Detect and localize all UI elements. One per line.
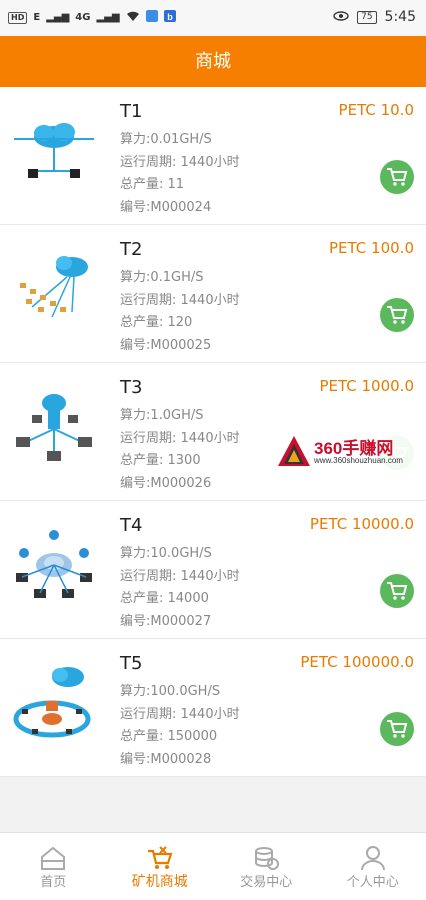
miner-cart-icon (147, 846, 173, 869)
battery-indicator: 75 (357, 10, 377, 24)
product-details: 算力:10.0GH/S 运行周期: 1440小时 总产量: 14000 编号:M… (120, 543, 240, 633)
product-name: T5 (120, 653, 143, 674)
app-icon: b (163, 10, 176, 25)
status-bar: HD E ▂▄▆ 4G ▂▄▆ b 75 5:45 (0, 0, 426, 36)
product-name: T1 (120, 101, 143, 122)
product-price: PETC 100.0 (329, 239, 414, 257)
eye-icon (333, 9, 349, 25)
status-right: 75 5:45 (333, 9, 416, 25)
cart-icon (387, 306, 408, 324)
product-code-text: 编号:M000026 (120, 475, 212, 491)
hashrate-text: 算力:0.1GH/S (120, 270, 204, 285)
user-icon (360, 846, 385, 871)
hashrate-text: 算力:100.0GH/S (120, 684, 221, 699)
network-type-e: E (33, 12, 41, 23)
cloud-network-icon (13, 667, 91, 738)
watermark: 360手赚网 www.360shouzhuan.com (274, 432, 420, 470)
signal-indicators: HD E ▂▄▆ 4G ▂▄▆ b (8, 10, 176, 25)
product-price: PETC 10000.0 (309, 515, 414, 533)
total-output-text: 总产量: 1300 (120, 453, 201, 468)
product-details: 算力:0.01GH/S 运行周期: 1440小时 总产量: 11 编号:M000… (120, 129, 240, 219)
period-text: 运行周期: 1440小时 (120, 292, 240, 308)
nav-label: 首页 (40, 875, 67, 890)
coins-icon (255, 847, 280, 870)
bottom-nav: 首页 矿机商城 交易中心 个人中心 (0, 832, 426, 900)
nav-item-profile[interactable]: 个人中心 (320, 833, 426, 900)
period-text: 运行周期: 1440小时 (120, 568, 240, 584)
cart-icon (387, 582, 408, 600)
svg-text:b: b (167, 12, 173, 22)
home-icon (41, 846, 66, 870)
add-to-cart-button[interactable] (380, 298, 414, 332)
nav-label: 交易中心 (240, 875, 293, 890)
product-name: T2 (120, 239, 143, 260)
total-output-text: 总产量: 14000 (120, 591, 209, 606)
app-icon (145, 10, 158, 25)
add-to-cart-button[interactable] (380, 160, 414, 194)
watermark-url: www.360shouzhuan.com (314, 456, 403, 465)
period-text: 运行周期: 1440小时 (120, 430, 240, 446)
add-to-cart-button[interactable] (380, 574, 414, 608)
cloud-network-icon (14, 123, 94, 178)
product-code-text: 编号:M000028 (120, 751, 212, 767)
cart-icon (387, 168, 408, 186)
product-code-text: 编号:M000024 (120, 199, 212, 215)
product-card-t1[interactable]: T1 PETC 10.0 算力:0.01GH/S 运行周期: 1440小时 总产… (0, 87, 426, 225)
network-type-4g: 4G (75, 12, 91, 23)
page-title: 商城 (0, 36, 426, 87)
add-to-cart-button[interactable] (380, 712, 414, 746)
cart-icon (387, 720, 408, 738)
signal-bars-icon: ▂▄▆ (96, 12, 120, 23)
hashrate-text: 算力:1.0GH/S (120, 408, 204, 423)
nav-label: 个人中心 (346, 875, 399, 890)
product-price: PETC 10.0 (338, 101, 414, 119)
product-name: T4 (120, 515, 143, 536)
product-price: PETC 100000.0 (300, 653, 414, 671)
product-code-text: 编号:M000027 (120, 613, 212, 629)
product-details: 算力:100.0GH/S 运行周期: 1440小时 总产量: 150000 编号… (120, 681, 240, 771)
product-details: 算力:1.0GH/S 运行周期: 1440小时 总产量: 1300 编号:M00… (120, 405, 240, 495)
nav-item-miner-mall[interactable]: 矿机商城 (107, 833, 214, 900)
wifi-icon (126, 11, 140, 25)
clock: 5:45 (384, 9, 416, 25)
hashrate-text: 算力:0.01GH/S (120, 132, 212, 147)
hashrate-text: 算力:10.0GH/S (120, 546, 212, 561)
signal-bars-icon: ▂▄▆ (46, 12, 70, 23)
total-output-text: 总产量: 11 (120, 177, 185, 192)
product-card-t5[interactable]: T5 PETC 100000.0 算力:100.0GH/S 运行周期: 1440… (0, 639, 426, 777)
product-card-t4[interactable]: T4 PETC 10000.0 算力:10.0GH/S 运行周期: 1440小时… (0, 501, 426, 639)
total-output-text: 总产量: 150000 (120, 729, 218, 744)
cloud-network-icon (16, 530, 92, 598)
product-price: PETC 1000.0 (319, 377, 414, 395)
total-output-text: 总产量: 120 (120, 315, 193, 330)
hd-indicator: HD (8, 11, 28, 24)
product-card-t2[interactable]: T2 PETC 100.0 算力:0.1GH/S 运行周期: 1440小时 总产… (0, 225, 426, 363)
nav-item-home[interactable]: 首页 (0, 833, 107, 900)
product-name: T3 (120, 377, 143, 398)
period-text: 运行周期: 1440小时 (120, 706, 240, 722)
nav-item-trade-center[interactable]: 交易中心 (213, 833, 320, 900)
product-code-text: 编号:M000025 (120, 337, 212, 353)
product-details: 算力:0.1GH/S 运行周期: 1440小时 总产量: 120 编号:M000… (120, 267, 240, 357)
cloud-network-icon (20, 256, 88, 318)
cloud-network-icon (16, 394, 92, 461)
watermark-logo-icon (278, 436, 310, 466)
period-text: 运行周期: 1440小时 (120, 154, 240, 170)
nav-label: 矿机商城 (131, 874, 188, 890)
